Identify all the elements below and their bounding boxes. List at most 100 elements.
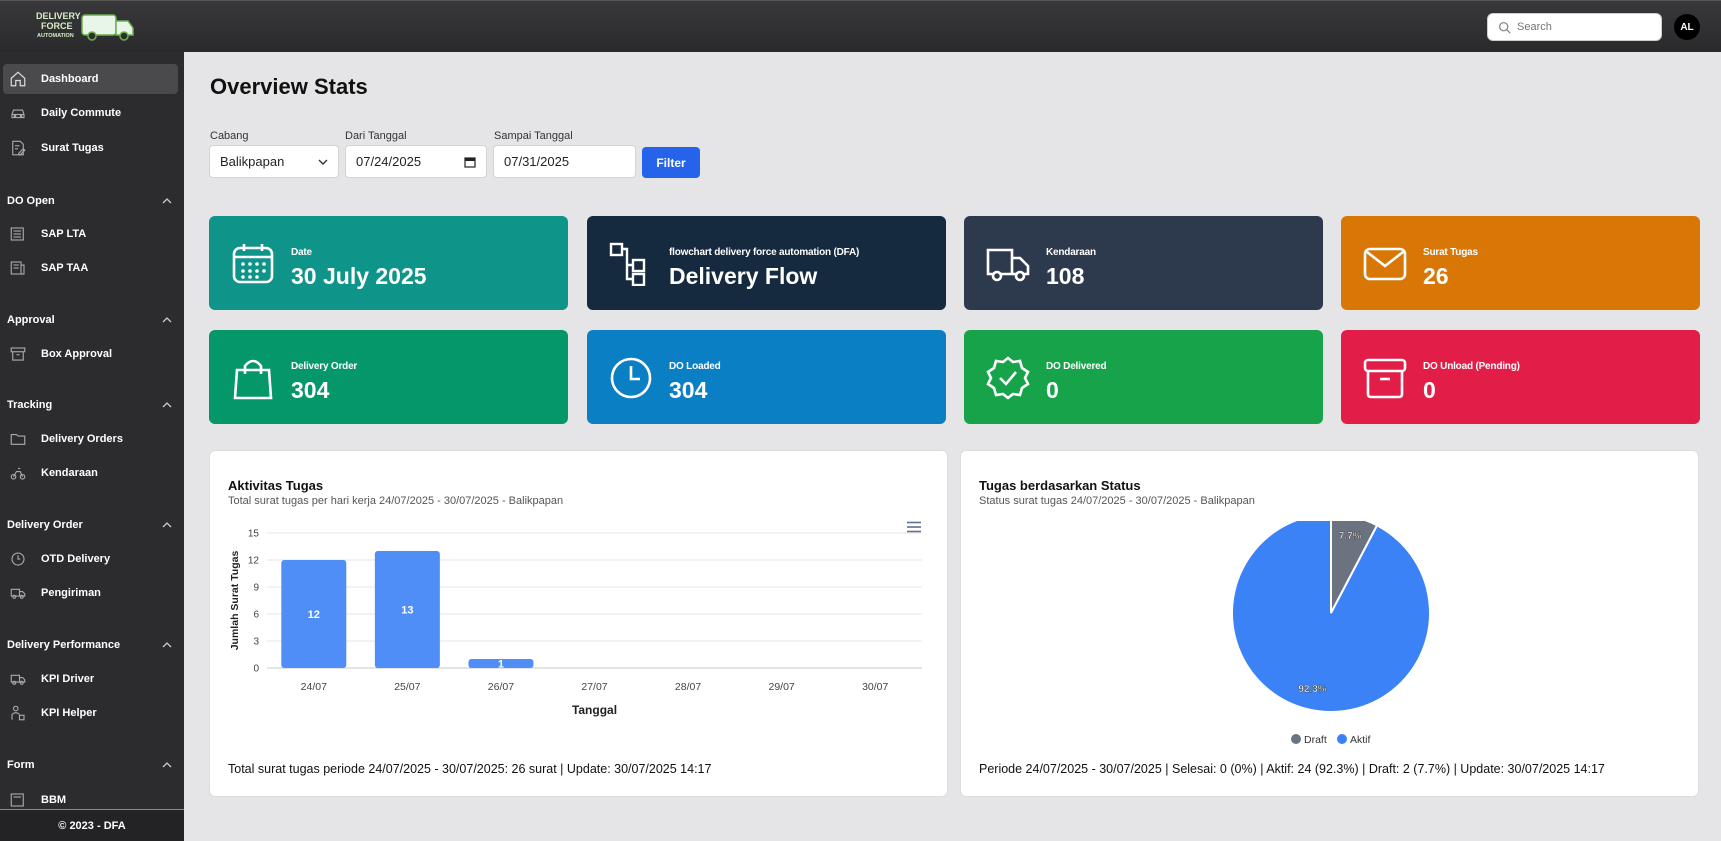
card-label: DO Delivered	[1046, 361, 1107, 372]
tugas-status-panel: Tugas berdasarkan Status Status surat tu…	[960, 450, 1699, 797]
app-logo[interactable]: DELIVERY FORCE AUTOMATION	[36, 9, 136, 43]
search-icon	[1498, 21, 1511, 34]
newspaper-icon	[10, 227, 24, 241]
stat-card-do-unload[interactable]: DO Unload (Pending) 0	[1341, 330, 1700, 424]
chevron-up-icon	[162, 402, 172, 408]
panel-title: Aktivitas Tugas	[228, 478, 324, 493]
card-value: 0	[1423, 377, 1436, 403]
sidebar-item-label: SAP LTA	[41, 228, 87, 240]
sidebar-section-tracking[interactable]: Tracking	[7, 399, 172, 411]
folder-icon	[10, 433, 26, 445]
pie-slice	[1231, 521, 1431, 713]
legend-marker	[1337, 734, 1347, 744]
cabang-select[interactable]: Balikpapan	[209, 145, 339, 178]
sidebar-item-kpi-driver[interactable]: KPI Driver	[3, 664, 178, 694]
archive-icon	[1363, 358, 1407, 399]
x-tick-label: 27/07	[581, 681, 607, 693]
page-title: Overview Stats	[210, 74, 368, 99]
x-tick-label: 28/07	[675, 681, 701, 693]
sidebar-section-approval[interactable]: Approval	[7, 314, 172, 326]
card-value: 304	[291, 377, 330, 403]
sidebar-item-label: KPI Helper	[41, 707, 97, 719]
card-value: 108	[1046, 263, 1085, 289]
archive-icon	[10, 347, 26, 361]
sidebar-item-dashboard[interactable]: Dashboard	[3, 64, 178, 94]
sidebar-item-label: Daily Commute	[41, 107, 122, 119]
pie-data-label: 7.7%	[1339, 531, 1362, 542]
filter-button[interactable]: Filter	[642, 147, 700, 178]
chevron-up-icon	[162, 642, 172, 648]
dari-tanggal-label: Dari Tanggal	[345, 130, 407, 142]
bar-data-label: 1	[498, 659, 504, 671]
x-tick-label: 25/07	[394, 681, 420, 693]
chevron-up-icon	[162, 198, 172, 204]
aktivitas-tugas-panel: Aktivitas Tugas Total surat tugas per ha…	[209, 450, 948, 797]
sidebar-section-do-open[interactable]: DO Open	[7, 195, 172, 207]
stat-card-date[interactable]: Date 30 July 2025	[209, 216, 568, 310]
calendar-icon	[464, 156, 476, 168]
newspaper-icon	[10, 261, 25, 275]
search-input[interactable]	[1517, 21, 1657, 33]
cabang-label: Cabang	[210, 130, 249, 142]
sidebar-item-box-approval[interactable]: Box Approval	[3, 339, 178, 369]
stat-card-surat-tugas[interactable]: Surat Tugas 26	[1341, 216, 1700, 310]
svg-text:DELIVERY: DELIVERY	[36, 11, 81, 21]
chevron-up-icon	[162, 522, 172, 528]
dari-tanggal-input[interactable]: 07/24/2025	[345, 145, 487, 178]
stat-card-delivery-flow[interactable]: flowchart delivery force automation (DFA…	[587, 216, 946, 310]
stat-card-delivery-order[interactable]: Delivery Order 304	[209, 330, 568, 424]
svg-text:FORCE: FORCE	[41, 21, 73, 31]
pie-data-label: 92.3%	[1298, 684, 1326, 695]
bar-chart: 0 3 6 9 12 15 12 24/07 13 25/07 1 26/07 27/07 28/07 29…	[229, 529, 922, 717]
card-value: 304	[669, 377, 708, 403]
sidebar-item-label: Box Approval	[41, 348, 113, 360]
svg-text:AUTOMATION: AUTOMATION	[37, 33, 74, 39]
bar-data-label: 12	[308, 609, 320, 621]
sidebar-item-kpi-helper[interactable]: KPI Helper	[3, 698, 178, 728]
stat-card-do-loaded[interactable]: DO Loaded 304	[587, 330, 946, 424]
y-tick-label: 9	[253, 583, 259, 594]
chevron-up-icon	[162, 317, 172, 323]
sidebar-section-delivery-performance[interactable]: Delivery Performance	[7, 639, 172, 651]
mail-icon	[1363, 247, 1407, 281]
y-tick-label: 15	[248, 529, 260, 540]
sidebar-item-label: OTD Delivery	[41, 553, 111, 565]
sidebar-item-label: KPI Driver	[41, 673, 95, 685]
sidebar-section-form[interactable]: Form	[7, 759, 172, 771]
sidebar-item-pengiriman[interactable]: Pengiriman	[3, 578, 178, 608]
sidebar-item-surat-tugas[interactable]: Surat Tugas	[3, 133, 178, 163]
sidebar-item-label: Dashboard	[41, 73, 99, 85]
scooter-icon	[10, 467, 26, 480]
stat-card-kendaraan[interactable]: Kendaraan 108	[964, 216, 1323, 310]
person-icon	[11, 705, 25, 721]
pie-chart: 7.7% 92.3% Draft Aktif	[1231, 521, 1431, 746]
avatar[interactable]: AL	[1674, 14, 1700, 40]
flowchart-icon	[609, 242, 646, 286]
clock-icon	[610, 357, 652, 399]
sidebar-item-daily-commute[interactable]: Daily Commute	[3, 98, 178, 128]
calendar-icon	[232, 244, 274, 284]
shopping-bag-icon	[233, 359, 273, 400]
truck-icon	[10, 674, 26, 685]
sidebar-item-label: BBM	[41, 794, 67, 806]
panel-footer: Total surat tugas periode 24/07/2025 - 3…	[228, 762, 712, 776]
search-box[interactable]	[1487, 13, 1662, 41]
sidebar-item-kendaraan[interactable]: Kendaraan	[3, 458, 178, 488]
sidebar-item-otd-delivery[interactable]: OTD Delivery	[3, 544, 178, 574]
sidebar-item-sap-lta[interactable]: SAP LTA	[3, 219, 178, 249]
edit-document-icon	[12, 140, 26, 156]
y-axis-label: Jumlah Surat Tugas	[229, 551, 241, 651]
y-tick-label: 0	[253, 664, 259, 675]
sidebar-item-label: Kendaraan	[41, 467, 98, 479]
card-value: 26	[1423, 263, 1449, 289]
top-bar: DELIVERY FORCE AUTOMATION AL	[0, 0, 1721, 52]
truck-icon	[10, 588, 26, 599]
sidebar-item-sap-taa[interactable]: SAP TAA	[3, 253, 178, 283]
sidebar-item-delivery-orders[interactable]: Delivery Orders	[3, 424, 178, 454]
card-label: Kendaraan	[1046, 247, 1096, 258]
sidebar-section-delivery-order[interactable]: Delivery Order	[7, 519, 172, 531]
stat-card-do-delivered[interactable]: DO Delivered 0	[964, 330, 1323, 424]
panel-footer: Periode 24/07/2025 - 30/07/2025 | Selesa…	[979, 762, 1605, 776]
x-tick-label: 29/07	[769, 681, 795, 693]
sampai-tanggal-input[interactable]: 07/31/2025	[493, 145, 636, 178]
